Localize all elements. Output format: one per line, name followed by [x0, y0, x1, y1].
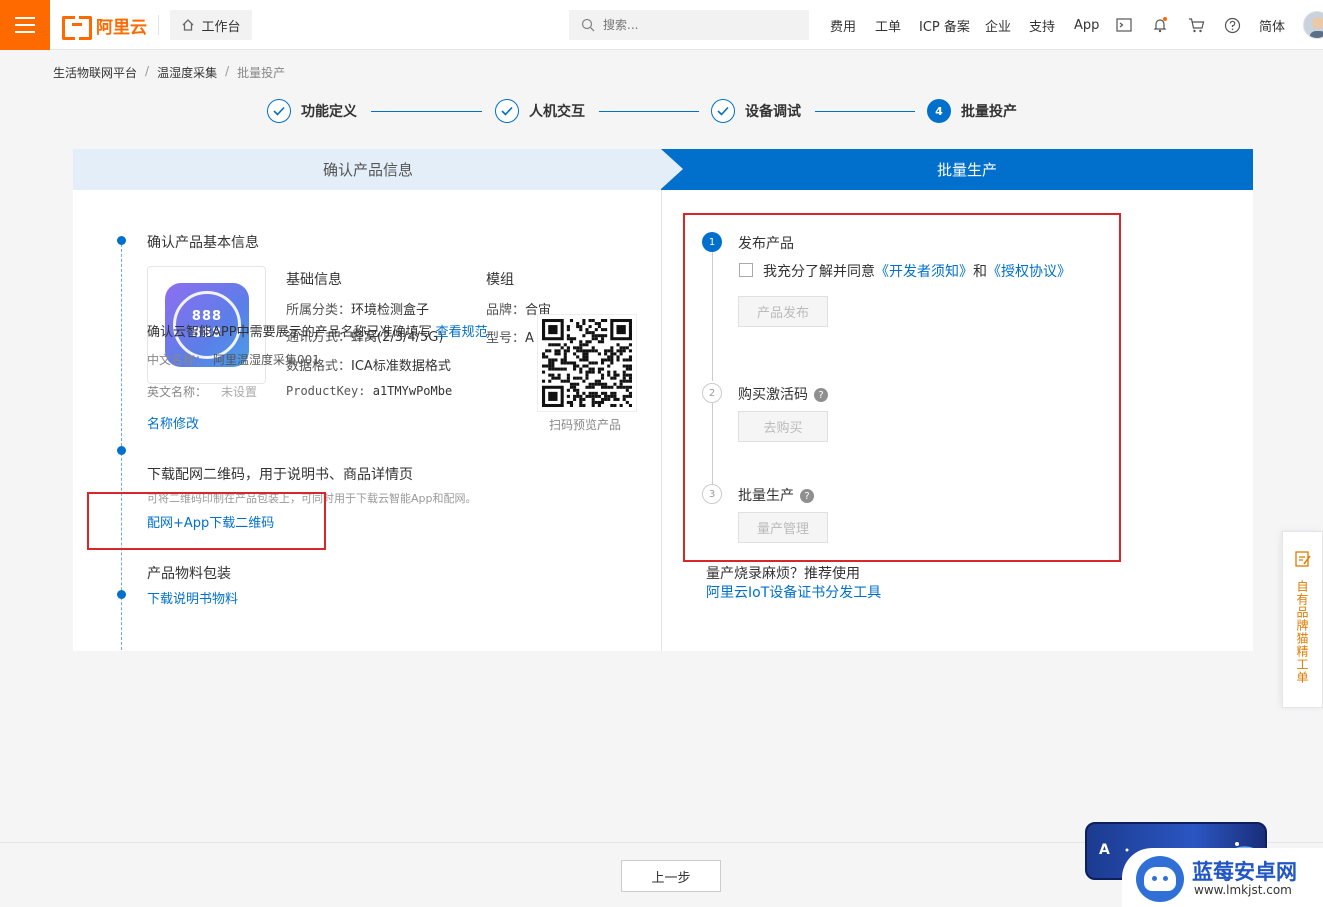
workbench-label: 工作台 [201, 19, 241, 35]
hamburger-menu-button[interactable] [0, 0, 50, 50]
nav-support[interactable]: 支持 [1029, 0, 1055, 50]
module-title: 模组 [486, 272, 514, 288]
breadcrumb: 生活物联网平台 / 温湿度采集 / 批量投产 [53, 64, 285, 81]
qr-caption: 扫码预览产品 [549, 418, 622, 432]
basic-info-title: 基础信息 [286, 272, 342, 288]
side-feedback-tab[interactable]: 自有品牌猫精工单 [1282, 531, 1323, 708]
nav-app[interactable]: App [1074, 0, 1099, 50]
check-icon [267, 99, 291, 123]
search-icon [581, 18, 595, 32]
check-icon [711, 99, 735, 123]
timeline-dot [117, 446, 126, 455]
step-hmi: 人机交互 [495, 99, 585, 123]
divider [158, 15, 159, 35]
step-mass-production: 4 批量投产 [927, 99, 1017, 123]
watermark-logo-icon [1136, 856, 1184, 902]
bell-icon[interactable] [1150, 15, 1170, 35]
side-tab-label: 自有品牌猫精工单 [1295, 580, 1309, 684]
annotation-box [87, 492, 326, 550]
tip-text: 量产烧录麻烦？推荐使用 [706, 566, 860, 582]
aliyun-logo[interactable]: 阿里云 [62, 12, 147, 40]
en-name-row: 英文名称： 未设置 [147, 383, 257, 400]
nav-icp[interactable]: ICP 备案 [919, 0, 970, 50]
watermark-url: www.lmkjst.com [1194, 883, 1292, 897]
step-label: 设备调试 [745, 104, 801, 120]
step-label: 人机交互 [529, 104, 585, 120]
step-number: 4 [927, 99, 951, 123]
productkey-label: ProductKey: [286, 384, 366, 398]
aliyun-logo-icon [62, 16, 92, 40]
breadcrumb-separator: / [225, 64, 230, 78]
en-name-value: 未设置 [221, 385, 258, 399]
name-note: 确认云智能APP中需要展示的产品名称已准确填写 查看规范 [147, 321, 488, 340]
productkey-row: ProductKey: a1TMYwPoMbe [286, 384, 452, 398]
section-title: 产品物料包装 [147, 566, 231, 582]
cn-name-value: 阿里温湿度采集001 [213, 353, 320, 367]
check-icon [495, 99, 519, 123]
step-device-debug: 设备调试 [711, 99, 801, 123]
step-connector [371, 111, 482, 112]
breadcrumb-item-platform[interactable]: 生活物联网平台 [53, 64, 137, 81]
language-switch[interactable]: 简体 [1259, 0, 1285, 50]
breadcrumb-separator: / [145, 64, 150, 78]
model-label: 型号： [486, 331, 526, 346]
cert-tool-link[interactable]: 阿里云IoT设备证书分发工具 [706, 582, 881, 602]
step-label: 批量投产 [961, 104, 1017, 120]
section-title: 确认产品基本信息 [147, 235, 259, 251]
tab-arrow [661, 149, 683, 189]
step-function-definition: 功能定义 [267, 99, 357, 123]
rename-link[interactable]: 名称修改 [147, 413, 199, 432]
edit-icon [1294, 551, 1311, 567]
previous-step-button[interactable]: 上一步 [621, 860, 721, 892]
terminal-icon[interactable] [1114, 15, 1134, 35]
workbench-button[interactable]: 工作台 [170, 10, 252, 40]
format-value: ICA标准数据格式 [351, 359, 451, 374]
search-input[interactable] [603, 18, 793, 32]
top-navigation-bar: 阿里云 工作台 费用 工单 ICP 备案 企业 支持 App 简体 [0, 0, 1323, 50]
category-label: 所属分类： [286, 303, 352, 318]
model-value: A [525, 331, 534, 346]
tab-label: 批量生产 [936, 161, 997, 179]
category-row: 所属分类：环境检测盒子 [286, 299, 429, 318]
category-value: 环境检测盒子 [351, 303, 430, 318]
timeline [121, 239, 122, 650]
cn-name-label: 中文名称： [147, 353, 208, 367]
cart-icon[interactable] [1186, 15, 1206, 35]
step-label: 功能定义 [301, 104, 357, 120]
breadcrumb-item-current: 批量投产 [237, 66, 286, 80]
step-connector [599, 111, 699, 112]
preview-qr-code [537, 314, 637, 412]
view-spec-link[interactable]: 查看规范 [436, 325, 488, 340]
help-icon[interactable] [1222, 15, 1242, 35]
annotation-box [683, 213, 1121, 562]
download-manual-link[interactable]: 下载说明书物料 [147, 588, 238, 607]
search-box[interactable] [569, 10, 809, 40]
watermark-title: 蓝莓安卓网 [1192, 860, 1297, 884]
tab-mass-production[interactable]: 批量生产 [661, 149, 1253, 190]
section-title: 下载配网二维码，用于说明书、商品详情页 [147, 467, 413, 483]
home-icon [183, 19, 194, 31]
nav-enterprise[interactable]: 企业 [985, 0, 1011, 50]
timeline-dot [117, 236, 126, 245]
breadcrumb-item-project[interactable]: 温湿度采集 [157, 64, 217, 81]
logo-text: 阿里云 [96, 17, 147, 38]
brand-label: 品牌： [486, 303, 526, 318]
productkey-value: a1TMYwPoMbe [372, 384, 453, 398]
nav-fee[interactable]: 费用 [830, 0, 856, 50]
en-name-label: 英文名称： [147, 385, 208, 399]
tab-confirm-product-info[interactable]: 确认产品信息 [73, 149, 663, 190]
cn-name-row: 中文名称： 阿里温湿度采集001 [147, 351, 320, 368]
nav-ticket[interactable]: 工单 [875, 0, 901, 50]
column-divider [661, 190, 662, 651]
name-note-text: 确认云智能APP中需要展示的产品名称已准确填写 [147, 325, 432, 340]
tab-label: 确认产品信息 [322, 161, 413, 179]
step-connector [815, 111, 915, 112]
model-row: 型号：A [486, 327, 534, 346]
timeline-dot [117, 590, 126, 599]
avatar[interactable] [1303, 11, 1323, 39]
